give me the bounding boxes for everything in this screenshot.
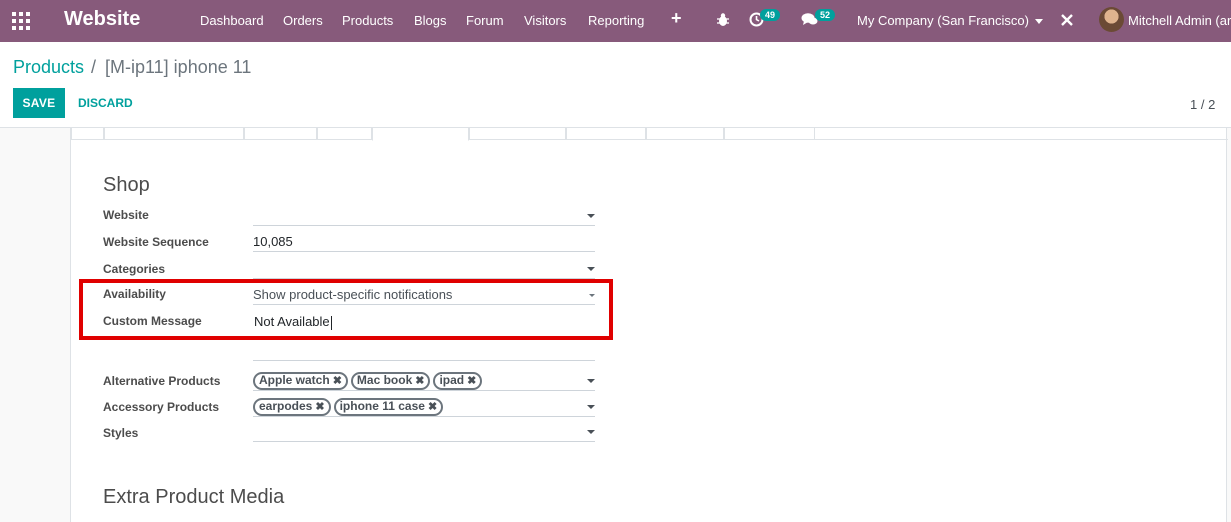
custom-message-underline xyxy=(253,341,595,361)
tab[interactable] xyxy=(566,128,646,140)
highlight-box xyxy=(79,279,613,340)
menu-orders[interactable]: Orders xyxy=(283,13,323,28)
menu-visitors[interactable]: Visitors xyxy=(524,13,566,28)
tag-label: Apple watch xyxy=(259,373,330,387)
discard-button[interactable]: DISCARD xyxy=(78,96,133,110)
avatar[interactable] xyxy=(1099,7,1124,32)
website-label: Website xyxy=(103,208,149,222)
control-panel: Products / [M-ip11] iphone 11 SAVE DISCA… xyxy=(0,42,1231,128)
tab[interactable] xyxy=(244,128,317,140)
menu-reporting[interactable]: Reporting xyxy=(588,13,644,28)
shop-section-title: Shop xyxy=(103,174,150,196)
tab[interactable] xyxy=(724,128,815,140)
menu-forum[interactable]: Forum xyxy=(466,13,504,28)
tag-ipad: ipad ✖ xyxy=(433,372,483,390)
accessory-products-label: Accessory Products xyxy=(103,400,220,414)
caret-down-icon xyxy=(587,379,595,383)
messages-count-badge: 52 xyxy=(815,9,836,21)
remove-tag-icon[interactable]: ✖ xyxy=(467,375,476,387)
alternative-products-label: Alternative Products xyxy=(103,374,221,388)
tab[interactable] xyxy=(317,128,372,140)
menu-dashboard[interactable]: Dashboard xyxy=(200,13,264,28)
tag-label: earpodes xyxy=(259,399,313,413)
tag-mac-book: Mac book ✖ xyxy=(350,372,431,390)
company-switcher[interactable]: My Company (San Francisco) xyxy=(857,13,1043,28)
caret-down-icon xyxy=(587,430,595,434)
extra-media-section-title: Extra Product Media xyxy=(103,486,285,508)
tab[interactable] xyxy=(71,128,104,140)
menu-products[interactable]: Products xyxy=(342,13,393,28)
tab[interactable] xyxy=(469,128,566,140)
breadcrumb-current: [M-ip11] iphone 11 xyxy=(105,57,252,77)
accessory-products-tags: earpodes ✖ iphone 11 case ✖ xyxy=(253,398,446,416)
styles-label: Styles xyxy=(103,426,139,440)
styles-select[interactable] xyxy=(253,422,595,442)
caret-down-icon xyxy=(587,405,595,409)
app-title[interactable]: Website xyxy=(64,8,140,31)
remove-tag-icon[interactable]: ✖ xyxy=(315,401,324,413)
tab[interactable] xyxy=(104,128,244,140)
website-sequence-label: Website Sequence xyxy=(103,235,209,249)
top-navbar: Website Dashboard Orders Products Blogs … xyxy=(0,0,1231,42)
menu-blogs[interactable]: Blogs xyxy=(414,13,447,28)
user-menu[interactable]: Mitchell Admin (ar xyxy=(1128,13,1231,28)
tab[interactable] xyxy=(646,128,724,140)
breadcrumb-products-link[interactable]: Products xyxy=(13,57,84,78)
company-name: My Company (San Francisco) xyxy=(857,13,1029,28)
remove-tag-icon[interactable]: ✖ xyxy=(333,375,342,387)
tab-active[interactable] xyxy=(372,128,469,141)
caret-down-icon xyxy=(587,267,595,271)
categories-select[interactable] xyxy=(253,259,595,279)
alternative-products-tags: Apple watch ✖ Mac book ✖ ipad ✖ xyxy=(253,372,485,390)
debug-tools-icon[interactable] xyxy=(1060,13,1074,32)
tag-label: Mac book xyxy=(356,373,413,387)
bug-icon[interactable] xyxy=(716,12,730,33)
tag-label: iphone 11 case xyxy=(339,399,425,413)
accessory-products-input[interactable]: earpodes ✖ iphone 11 case ✖ xyxy=(253,397,595,417)
website-sequence-value: 10,085 xyxy=(253,234,293,249)
caret-down-icon xyxy=(587,214,595,218)
apps-menu-icon[interactable] xyxy=(12,12,30,30)
website-sequence-input[interactable]: 10,085 xyxy=(253,232,595,252)
chevron-down-icon xyxy=(1034,19,1043,25)
breadcrumb-separator: / xyxy=(91,57,97,77)
activity-count-badge: 49 xyxy=(760,9,781,21)
notebook-tabs xyxy=(71,128,1228,141)
alternative-products-input[interactable]: Apple watch ✖ Mac book ✖ ipad ✖ xyxy=(253,371,595,391)
save-button[interactable]: SAVE xyxy=(13,88,65,118)
add-icon[interactable]: + xyxy=(671,8,682,29)
categories-label: Categories xyxy=(103,262,166,276)
pager-value[interactable]: 1 / 2 xyxy=(1190,97,1215,112)
remove-tag-icon[interactable]: ✖ xyxy=(428,401,437,413)
tag-apple-watch: Apple watch ✖ xyxy=(253,372,348,390)
tag-earpodes: earpodes ✖ xyxy=(253,398,331,416)
remove-tag-icon[interactable]: ✖ xyxy=(415,375,424,387)
tag-iphone-11-case: iphone 11 case ✖ xyxy=(333,398,444,416)
tag-label: ipad xyxy=(439,373,465,387)
website-select[interactable] xyxy=(253,206,595,226)
